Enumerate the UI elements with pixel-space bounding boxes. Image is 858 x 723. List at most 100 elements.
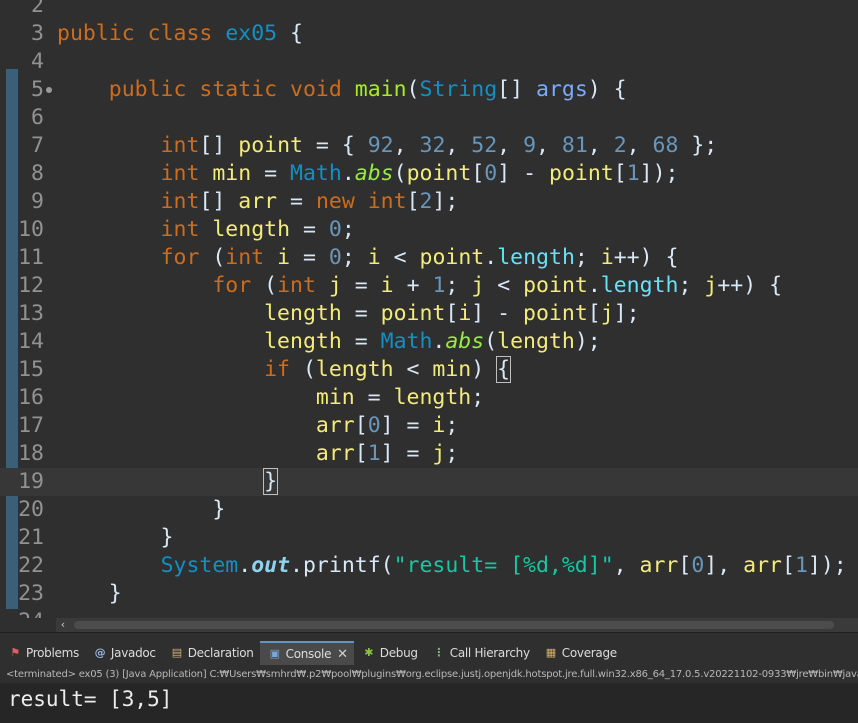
code-token: length (497, 329, 575, 354)
code-line[interactable]: 10 int length = 0; (0, 216, 858, 244)
code-token: j (328, 273, 342, 298)
code-line[interactable]: 21 } (0, 524, 858, 552)
code-token: point (523, 301, 588, 326)
code-text: length = point[i] - point[j]; (57, 300, 639, 328)
code-line[interactable]: 18 arr[1] = j; (0, 440, 858, 468)
code-text: } (57, 524, 174, 552)
console-output-area[interactable]: result= [3,5] (0, 683, 858, 723)
code-token: i (432, 413, 446, 438)
declaration-icon: ▤ (171, 646, 182, 659)
code-line[interactable]: 12 for (int j = i + 1; j < point.length;… (0, 272, 858, 300)
line-number: 24 (0, 608, 44, 618)
code-text: int[] point = { 92, 32, 52, 9, 81, 2, 68… (57, 132, 718, 160)
code-token: ) (471, 357, 498, 382)
code-token: = (290, 245, 329, 270)
code-line[interactable]: 20 } (0, 496, 858, 524)
code-token: ; (445, 441, 459, 466)
tab-console[interactable]: ▣ Console ✕ (259, 641, 354, 665)
line-number: 7 (31, 133, 44, 158)
code-line[interactable]: 23 } (0, 580, 858, 608)
code-line[interactable]: 15 if (length < min) { (0, 356, 858, 384)
code-token: i (277, 245, 291, 270)
code-token: if (264, 357, 290, 382)
code-line[interactable]: 3 public class ex05 { (0, 20, 858, 48)
code-text: int min = Math.abs(point[0] - point[1]); (57, 160, 679, 188)
code-line[interactable]: 11 for (int i = 0; i < point.length; i++… (0, 244, 858, 272)
code-token: . (238, 553, 252, 578)
debug-icon: ✱ (364, 646, 374, 659)
code-token: < (380, 245, 420, 270)
code-line[interactable]: 8 int min = Math.abs(point[0] - point[1]… (0, 160, 858, 188)
code-line[interactable]: 6 (0, 104, 858, 132)
override-marker-icon[interactable] (46, 87, 52, 93)
code-editor[interactable]: 2 3 public class ex05 {4 5 public static vo… (0, 0, 858, 618)
code-token: ( (251, 273, 278, 298)
code-token: 92 (367, 133, 394, 158)
code-line[interactable]: 9 int[] arr = new int[2]; (0, 188, 858, 216)
code-line[interactable]: 22 System.out.printf("result= [%d,%d]", … (0, 552, 858, 580)
code-line[interactable]: 7 int[] point = { 92, 32, 52, 9, 81, 2, … (0, 132, 858, 160)
code-token: abs (354, 161, 394, 186)
code-text: public class ex05 { (57, 20, 303, 48)
code-token: min (432, 357, 472, 382)
line-number: 15 (18, 357, 44, 382)
tab-debug[interactable]: ✱ Debug (354, 641, 424, 665)
code-token: [ (445, 301, 459, 326)
line-number: 11 (18, 245, 44, 270)
scroll-left-icon[interactable]: ‹ (56, 618, 70, 632)
code-token: i (600, 245, 614, 270)
close-icon[interactable]: ✕ (337, 647, 348, 662)
scrollbar-thumb[interactable] (74, 621, 834, 629)
code-token: < (393, 357, 433, 382)
code-token: [] (199, 189, 239, 214)
code-line[interactable]: 2 (0, 0, 858, 20)
code-line[interactable]: 16 min = length; (0, 384, 858, 412)
code-token: i (458, 301, 472, 326)
gutter-spacer (0, 618, 56, 632)
code-token: = (341, 273, 381, 298)
code-text: int[] arr = new int[2]; (57, 188, 459, 216)
code-token: int (367, 189, 407, 214)
code-token: ; (471, 385, 485, 410)
line-number: 17 (18, 413, 44, 438)
code-line[interactable]: 14 length = Math.abs(length); (0, 328, 858, 356)
code-token: + (393, 273, 433, 298)
code-token: = (354, 385, 394, 410)
code-token: ] - (497, 161, 549, 186)
code-line[interactable]: 17 arr[0] = i; (0, 412, 858, 440)
tab-label: Debug (379, 646, 418, 660)
tab-coverage[interactable]: ▦ Coverage (536, 641, 623, 665)
code-line[interactable]: 4 (0, 48, 858, 76)
code-line[interactable]: 24 (0, 608, 858, 618)
console-output-line: result= [3,5] (8, 687, 173, 711)
code-text: min = length; (57, 384, 484, 412)
code-token: 2 (419, 189, 433, 214)
code-token: point (549, 161, 614, 186)
code-token: int (160, 217, 200, 242)
code-token: int (160, 161, 200, 186)
tab-declaration[interactable]: ▤ Declaration (162, 641, 260, 665)
tab-call-hierarchy[interactable]: ⋮ Call Hierarchy (424, 641, 536, 665)
bottom-views-panel: ⚑ Problems @ Javadoc ▤ Declaration ▣ Console ✕ ✱ D… (0, 632, 858, 723)
horizontal-scrollbar[interactable]: ‹ (56, 618, 858, 632)
line-number: 22 (18, 553, 44, 578)
code-line[interactable]: 5 public static void main(String[] args)… (0, 76, 858, 104)
code-text: for (int i = 0; i < point.length; i++) { (57, 244, 679, 272)
tab-problems[interactable]: ⚑ Problems (0, 641, 85, 665)
tab-javadoc[interactable]: @ Javadoc (85, 641, 162, 665)
code-line[interactable]: 19 } (0, 468, 858, 496)
line-number: 9 (31, 189, 44, 214)
code-text: System.out.printf("result= [%d,%d]", arr… (57, 552, 847, 580)
line-number: 23 (18, 581, 44, 606)
code-text: arr[0] = i; (57, 412, 458, 440)
code-line[interactable]: 13 length = point[i] - point[j]; (0, 300, 858, 328)
